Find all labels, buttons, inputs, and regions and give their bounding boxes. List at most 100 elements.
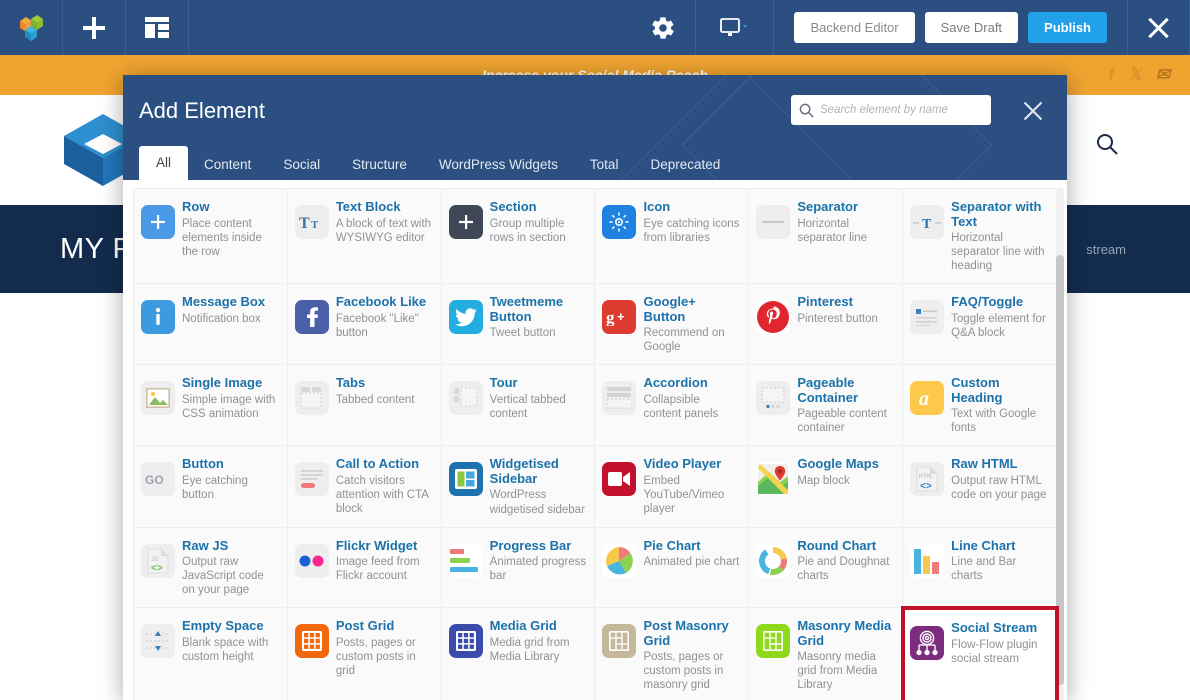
tab-total[interactable]: Total	[574, 149, 635, 181]
vc-add-element-button[interactable]	[63, 0, 126, 55]
element-card-section[interactable]: Section Group multiple rows in section	[441, 189, 596, 285]
tab-all[interactable]: All	[139, 145, 189, 180]
element-card-raw-js[interactable]: JS <> Raw JS Output raw JavaScript code on …	[134, 527, 288, 609]
layout-grid-icon	[145, 17, 169, 38]
element-card-facebook-like[interactable]: Facebook Like Facebook "Like" button	[287, 284, 442, 366]
modal-close-button[interactable]	[1021, 99, 1045, 123]
element-card-message-box[interactable]: Message Box Notification box	[134, 284, 288, 366]
svg-text:<>: <>	[151, 563, 163, 574]
element-card-separator-with-text[interactable]: T Separator with Text Horizontal separator…	[903, 189, 1057, 285]
element-card-progress-bar[interactable]: Progress Bar Animated progress bar	[441, 527, 596, 609]
modal-tabs: All Content Social Structure WordPress W…	[139, 145, 736, 181]
element-grid: Row Place content elements inside the row…	[133, 188, 1059, 700]
element-card-text: FAQ/Toggle Toggle element for Q&A block	[951, 294, 1048, 340]
separator-text-icon: T	[910, 205, 945, 239]
element-card-button[interactable]: GO Button Eye catching button	[134, 446, 288, 528]
element-card-text: Tweetmeme Button Tweet button	[490, 294, 587, 340]
element-card-separator[interactable]: Separator Horizontal separator line	[749, 189, 904, 285]
vc-templates-button[interactable]	[126, 0, 189, 55]
modal-title: Add Element	[139, 98, 265, 123]
svg-text:<>: <>	[920, 481, 932, 492]
tour-icon	[448, 381, 483, 416]
element-card-text: Masonry Media Grid Masonry media grid fro…	[797, 618, 894, 692]
element-card-empty-space[interactable]: Empty Space Blank space with custom heigh…	[134, 608, 288, 700]
element-card-text: Pageable Container Pageable content conta…	[797, 375, 894, 435]
tab-content[interactable]: Content	[188, 149, 267, 181]
element-card-text: Google Maps Map block	[797, 456, 894, 488]
vc-responsive-button[interactable]	[696, 0, 775, 55]
modal-scrollbar[interactable]	[1056, 187, 1064, 700]
element-card-text: Progress Bar Animated progress bar	[490, 538, 587, 584]
tab-wordpress-widgets[interactable]: WordPress Widgets	[423, 149, 574, 181]
publish-button[interactable]: Publish	[1028, 12, 1107, 43]
element-card-flickr-widget[interactable]: Flickr Widget Image feed from Flickr acco…	[287, 527, 442, 609]
element-card-masonry-media-grid[interactable]: Masonry Media Grid Masonry media grid fro…	[749, 608, 904, 700]
element-card-tabs[interactable]: Tabs Tabbed content	[287, 365, 442, 447]
element-card-text: Accordion Collapsible content panels	[643, 375, 740, 421]
element-card-row[interactable]: Row Place content elements inside the row	[134, 189, 288, 285]
element-card-pie-chart[interactable]: Pie Chart Animated pie chart	[595, 527, 750, 609]
twitter-icon[interactable]: 𝕏	[1128, 65, 1142, 85]
scrollbar-thumb[interactable]	[1056, 255, 1064, 685]
element-card-post-grid[interactable]: Post Grid Posts, pages or custom posts in…	[287, 608, 442, 700]
element-card-icon[interactable]: Icon Eye catching icons from libraries	[595, 189, 750, 285]
element-card-accordion[interactable]: Accordion Collapsible content panels	[595, 365, 750, 447]
element-card-title: Pie Chart	[643, 537, 701, 553]
element-card-custom-heading[interactable]: a Custom Heading Text with Google fonts	[903, 365, 1057, 447]
element-card-tour[interactable]: Tour Vertical tabbed content	[441, 365, 596, 447]
mail-icon[interactable]: ✉	[1156, 65, 1170, 85]
element-card-title: Post Grid	[335, 618, 395, 634]
element-card-text: Call to Action Catch visitors attention w…	[336, 456, 433, 516]
element-card-video-player[interactable]: Video Player Embed YouTube/Vimeo player	[595, 446, 750, 528]
element-card-text-block[interactable]: T T Text Block A block of text with WYSIWYG…	[287, 189, 442, 285]
search-icon[interactable]	[1096, 133, 1118, 155]
element-card-description: Simple image with CSS animation	[182, 393, 276, 420]
element-card-pinterest[interactable]: Pinterest Pinterest button	[749, 284, 904, 366]
element-card-description: Place content elements inside the row	[182, 217, 262, 258]
tab-social[interactable]: Social	[267, 149, 336, 181]
pie-chart-icon	[602, 543, 637, 578]
tab-structure[interactable]: Structure	[336, 149, 423, 181]
element-card-tweetmeme-button[interactable]: Tweetmeme Button Tweet button	[441, 284, 596, 366]
element-card-single-image[interactable]: Single Image Simple image with CSS animat…	[134, 365, 288, 447]
backend-editor-button[interactable]: Backend Editor	[794, 12, 915, 43]
element-card-post-masonry-grid[interactable]: Post Masonry Grid Posts, pages or custom …	[595, 608, 750, 700]
element-card-raw-html[interactable]: HTML <> Raw HTML Output raw HTML code on yo…	[903, 446, 1057, 528]
gear-icon	[652, 16, 675, 39]
element-card-title: Text Block	[335, 199, 401, 214]
svg-text:T: T	[311, 219, 319, 230]
element-card-widgetised-sidebar[interactable]: Widgetised Sidebar WordPress widgetised s…	[441, 446, 596, 528]
element-card-faq-toggle[interactable]: FAQ/Toggle Toggle element for Q&A block	[903, 284, 1057, 366]
accordion-icon	[602, 381, 637, 416]
search-input[interactable]	[814, 104, 983, 116]
element-card-description: Posts, pages or custom posts in grid	[335, 636, 416, 677]
save-draft-button[interactable]: Save Draft	[924, 12, 1019, 43]
element-card-title: Message Box	[182, 294, 266, 310]
element-card-title: Empty Space	[182, 618, 264, 634]
svg-text:g: g	[606, 308, 615, 326]
element-card-call-to-action[interactable]: Call to Action Catch visitors attention w…	[287, 446, 442, 528]
element-card-title: Google Maps	[797, 456, 879, 472]
element-card-line-chart[interactable]: Line Chart Line and Bar charts	[903, 527, 1057, 609]
tab-deprecated[interactable]: Deprecated	[634, 149, 736, 181]
element-card-social-stream[interactable]: Social Stream Flow-Flow plugin social str…	[901, 606, 1059, 700]
vc-toolbar-spacer	[189, 0, 631, 55]
vc-settings-button[interactable]	[631, 0, 697, 55]
element-card-title: FAQ/Toggle	[951, 294, 1024, 310]
element-card-google-button[interactable]: g + Google+ Button Recommend on Google	[595, 284, 750, 366]
element-card-description: Blank space with custom height	[182, 636, 269, 663]
element-card-title: Video Player	[643, 456, 722, 472]
element-card-media-grid[interactable]: Media Grid Media grid from Media Library	[441, 608, 596, 700]
element-card-text: Separator with Text Horizontal separator …	[951, 199, 1048, 273]
social-stream-icon	[910, 626, 945, 661]
text-tt-icon: TT	[294, 205, 329, 239]
element-card-round-chart[interactable]: Round Chart Pie and Doughnat charts	[749, 527, 904, 609]
vc-action-buttons: Backend Editor Save Draft Publish	[774, 0, 1127, 55]
page-root: Backend Editor Save Draft Publish Increa…	[0, 0, 1190, 700]
element-card-google-maps[interactable]: Google Maps Map block	[749, 446, 904, 528]
vc-close-button[interactable]	[1127, 0, 1190, 55]
facebook-icon[interactable]: f	[1108, 65, 1114, 85]
vc-logo[interactable]	[0, 0, 63, 55]
search-box[interactable]	[791, 95, 991, 125]
element-card-pageable-container[interactable]: Pageable Container Pageable content conta…	[749, 365, 904, 447]
